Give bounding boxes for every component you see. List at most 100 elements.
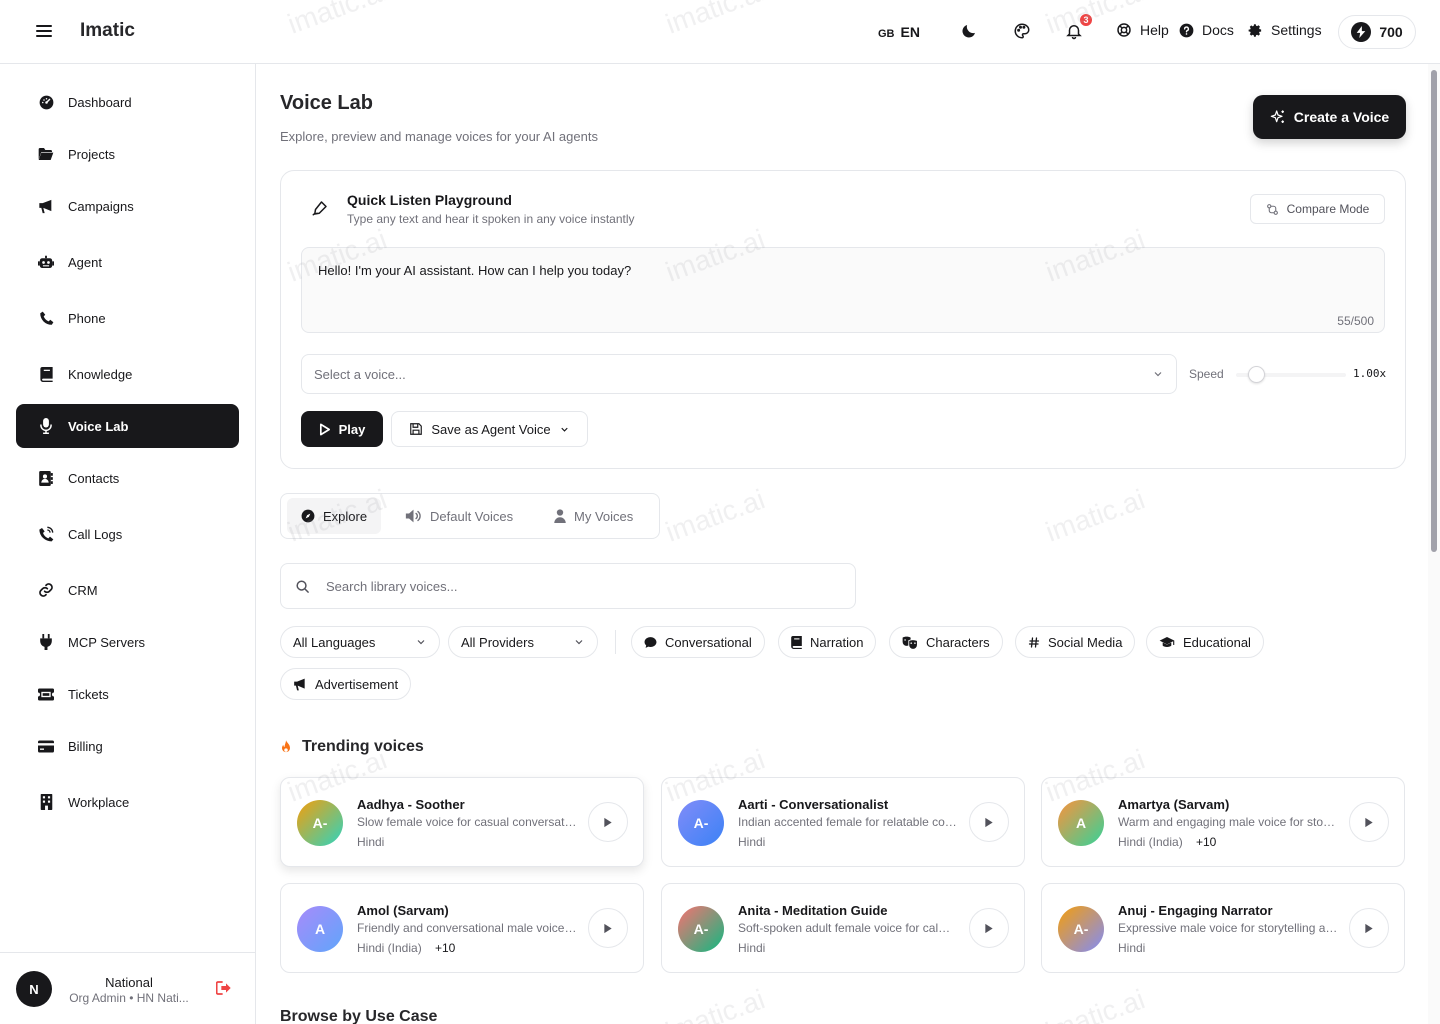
sidebar-item-dashboard[interactable]: Dashboard	[16, 80, 239, 124]
folder-icon	[38, 146, 54, 162]
sidebar-item-phone[interactable]: Phone	[16, 296, 239, 340]
save-agent-voice-button[interactable]: Save as Agent Voice	[391, 411, 588, 447]
play-button[interactable]: Play	[301, 411, 383, 447]
sidebar-item-label: Contacts	[68, 470, 120, 486]
play-icon	[603, 923, 613, 934]
chip-advertisement[interactable]: Advertisement	[280, 668, 412, 700]
search-placeholder: Search library voices...	[326, 578, 458, 594]
sidebar-item-label: Projects	[68, 146, 115, 162]
compare-mode-button[interactable]: Compare Mode	[1250, 194, 1385, 224]
docs-label: Docs	[1202, 22, 1234, 38]
flag-label: GB	[878, 28, 895, 40]
compare-icon	[1266, 203, 1279, 216]
provider-filter-select[interactable]: All Providers	[448, 626, 598, 658]
chip-narration[interactable]: Narration	[778, 626, 877, 658]
menu-icon[interactable]	[36, 24, 52, 38]
credits-badge[interactable]: 700	[1338, 15, 1416, 49]
chip-label: Narration	[810, 634, 864, 650]
sidebar-item-billing[interactable]: Billing	[16, 724, 239, 768]
voice-language: Hindi	[1118, 941, 1146, 955]
sidebar-item-tickets[interactable]: Tickets	[16, 672, 239, 716]
sidebar-item-mcp-servers[interactable]: MCP Servers	[16, 620, 239, 664]
page-subtitle: Explore, preview and manage voices for y…	[280, 129, 598, 144]
tab-explore[interactable]: Explore	[287, 498, 382, 534]
speaker-icon	[405, 509, 422, 523]
docs-link[interactable]: Docs	[1179, 22, 1234, 38]
avatar[interactable]: N	[16, 971, 52, 1007]
sidebar: Dashboard Projects Campaigns Agent Phone…	[0, 64, 256, 1024]
moon-icon[interactable]	[960, 22, 978, 40]
trending-label: Trending voices	[302, 738, 424, 755]
brand-logo[interactable]: Imatic	[80, 20, 135, 42]
voice-play-button[interactable]	[969, 802, 1009, 842]
credit-card-icon	[38, 738, 54, 754]
call-log-icon	[38, 526, 54, 542]
language-filter-select[interactable]: All Languages	[280, 626, 440, 658]
settings-link[interactable]: Settings	[1248, 22, 1322, 38]
voice-play-button[interactable]	[588, 802, 628, 842]
voice-card[interactable]: A- Aarti - Conversationalist Indian acce…	[661, 777, 1025, 867]
book-icon	[791, 635, 802, 649]
voice-play-button[interactable]	[1349, 802, 1389, 842]
search-icon	[295, 579, 310, 594]
chip-conversational[interactable]: Conversational	[631, 626, 765, 658]
play-icon	[1364, 923, 1374, 934]
tab-my-voices[interactable]: My Voices	[540, 498, 647, 534]
create-voice-button[interactable]: Create a Voice	[1253, 95, 1406, 139]
voice-card[interactable]: A- Aadhya - Soother Slow female voice fo…	[280, 777, 644, 867]
voice-card[interactable]: A Amol (Sarvam) Friendly and conversatio…	[280, 883, 644, 973]
voice-play-button[interactable]	[1349, 908, 1389, 948]
help-link[interactable]: Help	[1116, 22, 1169, 38]
sidebar-item-call-logs[interactable]: Call Logs	[16, 512, 239, 556]
sidebar-item-agent[interactable]: Agent	[16, 240, 239, 284]
user-icon	[554, 509, 566, 523]
search-input[interactable]: Search library voices...	[280, 563, 856, 609]
voice-select-placeholder: Select a voice...	[314, 366, 406, 382]
chip-characters[interactable]: Characters	[889, 626, 1003, 658]
browse-use-case-title: Browse by Use Case	[280, 1008, 438, 1024]
palette-icon[interactable]	[1013, 22, 1031, 40]
speed-slider-thumb[interactable]	[1247, 366, 1265, 383]
sidebar-item-voice-lab[interactable]: Voice Lab	[16, 404, 239, 448]
voice-card[interactable]: A- Anuj - Engaging Narrator Expressive m…	[1041, 883, 1405, 973]
sidebar-item-label: Workplace	[68, 794, 130, 810]
sidebar-item-knowledge[interactable]: Knowledge	[16, 352, 239, 396]
sidebar-item-crm[interactable]: CRM	[16, 568, 239, 612]
language-selector[interactable]: GB EN	[878, 24, 920, 40]
masks-icon	[902, 636, 918, 649]
chevron-down-icon	[415, 636, 427, 648]
voice-card[interactable]: A Amartya (Sarvam) Warm and engaging mal…	[1041, 777, 1405, 867]
gear-icon	[1248, 23, 1263, 38]
chip-social-media[interactable]: Social Media	[1015, 626, 1136, 658]
hashtag-icon	[1028, 636, 1040, 649]
voice-avatar: A	[1058, 800, 1104, 846]
playground-text-input[interactable]: Hello! I'm your AI assistant. How can I …	[301, 247, 1385, 333]
sidebar-item-label: CRM	[68, 582, 98, 598]
playground-subtitle: Type any text and hear it spoken in any …	[347, 212, 635, 226]
logout-icon[interactable]	[216, 981, 232, 995]
voice-play-button[interactable]	[588, 908, 628, 948]
scrollbar-thumb[interactable]	[1431, 70, 1437, 552]
sidebar-item-workplace[interactable]: Workplace	[16, 780, 239, 824]
chevron-down-icon	[1152, 368, 1164, 380]
settings-label: Settings	[1271, 22, 1322, 38]
create-voice-label: Create a Voice	[1293, 109, 1390, 125]
voice-select[interactable]: Select a voice...	[301, 354, 1177, 394]
play-icon	[984, 923, 994, 934]
tab-label: My Voices	[574, 508, 634, 524]
voice-language: Hindi	[357, 835, 385, 849]
chip-educational[interactable]: Educational	[1146, 626, 1264, 658]
sidebar-item-projects[interactable]: Projects	[16, 132, 239, 176]
chip-label: Characters	[926, 634, 990, 650]
sidebar-item-label: Campaigns	[68, 198, 134, 214]
sidebar-item-contacts[interactable]: Contacts	[16, 456, 239, 500]
voice-play-button[interactable]	[969, 908, 1009, 948]
voice-card[interactable]: A- Anita - Meditation Guide Soft-spoken …	[661, 883, 1025, 973]
book-icon	[38, 366, 54, 382]
main-scrollbar[interactable]	[1428, 64, 1440, 1024]
sidebar-item-campaigns[interactable]: Campaigns	[16, 184, 239, 228]
tab-default-voices[interactable]: Default Voices	[391, 498, 527, 534]
sidebar-item-label: Call Logs	[68, 526, 123, 542]
chevron-down-icon	[573, 636, 585, 648]
user-profile[interactable]: N National Org Admin • HN Nati...	[0, 952, 255, 1024]
